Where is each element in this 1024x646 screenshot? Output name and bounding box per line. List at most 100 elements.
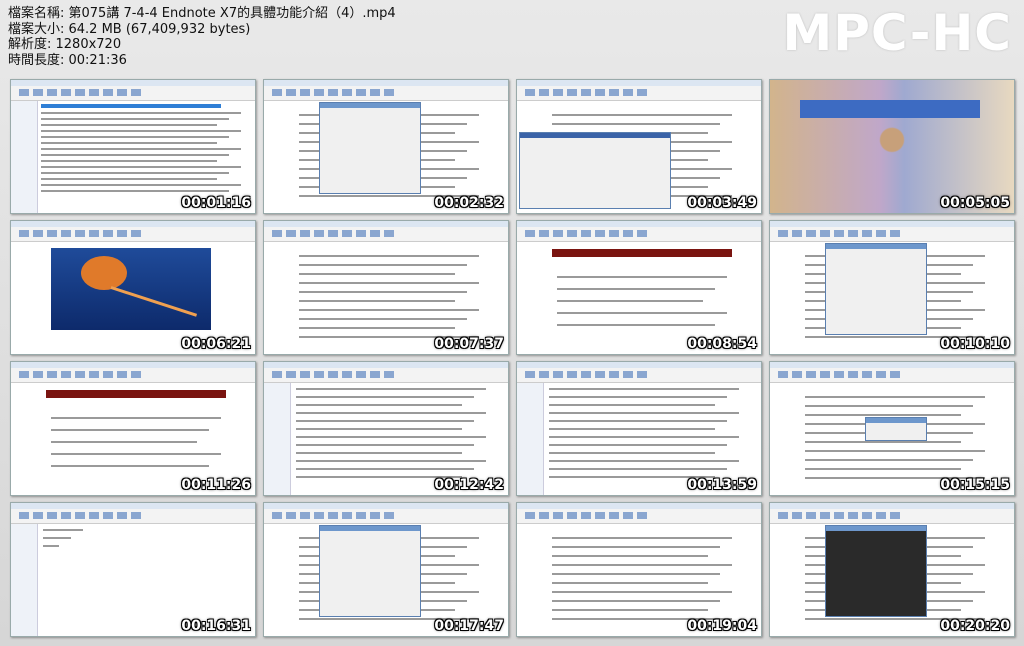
toolbar-icon [117, 512, 127, 519]
toolbar-icon [553, 512, 563, 519]
ribbon-toolbar [264, 509, 508, 524]
toolbar-icon [342, 512, 352, 519]
toolbar-icon [103, 512, 113, 519]
video-thumbnail: 00:02:32 [263, 79, 509, 214]
toolbar-icon [820, 512, 830, 519]
text-line [43, 537, 71, 539]
text-line [41, 172, 229, 174]
video-thumbnail: 00:12:42 [263, 361, 509, 496]
ribbon-toolbar [517, 227, 761, 242]
toolbar-icon [820, 230, 830, 237]
jellyfish-image [51, 248, 211, 330]
toolbar-icon [567, 512, 577, 519]
video-thumbnail: 00:16:31 [10, 502, 256, 637]
toolbar-icon [820, 371, 830, 378]
text-line [552, 546, 720, 548]
text-line [805, 441, 961, 443]
text-line [552, 591, 732, 593]
text-line [549, 388, 739, 390]
text-line [296, 444, 474, 446]
toolbar-icon [637, 512, 647, 519]
toolbar-icon [300, 371, 310, 378]
text-line [549, 452, 715, 454]
text-line [549, 396, 727, 398]
video-thumbnail: 00:13:59 [516, 361, 762, 496]
toolbar-icon [384, 512, 394, 519]
toolbar-icon [370, 230, 380, 237]
toolbar-icon [553, 89, 563, 96]
toolbar-icon [61, 89, 71, 96]
jellyfish-tentacle [110, 286, 198, 317]
thumbnail-timestamp: 00:05:05 [940, 195, 1010, 211]
text-line [41, 154, 229, 156]
text-line [552, 564, 732, 566]
text-line [43, 545, 59, 547]
dialog-window [825, 525, 927, 617]
text-line [549, 428, 715, 430]
toolbar-icon [314, 512, 324, 519]
duration-label: 時間長度: 00:21:36 [8, 52, 127, 68]
text-line [296, 436, 486, 438]
video-thumbnail: 00:03:49 [516, 79, 762, 214]
toolbar-icon [131, 89, 141, 96]
text-line [296, 428, 462, 430]
text-line [557, 300, 703, 302]
thumbnail-timestamp: 00:10:10 [940, 336, 1010, 352]
toolbar-icon [342, 371, 352, 378]
text-line [41, 190, 229, 192]
thumbnail-timestamp: 00:20:20 [940, 618, 1010, 634]
toolbar-icon [637, 371, 647, 378]
toolbar-icon [834, 512, 844, 519]
toolbar-icon [370, 89, 380, 96]
video-thumbnail: 00:06:21 [10, 220, 256, 355]
dialog-title-bar [826, 244, 926, 249]
toolbar-icon [33, 89, 43, 96]
text-line [557, 312, 727, 314]
text-line [51, 417, 221, 419]
toolbar-icon [19, 512, 29, 519]
video-thumbnail: 00:20:20 [769, 502, 1015, 637]
toolbar-icon [89, 89, 99, 96]
text-line [299, 291, 467, 293]
text-line [805, 468, 961, 470]
text-line [299, 264, 467, 266]
toolbar-icon [637, 89, 647, 96]
text-line [299, 273, 455, 275]
toolbar-icon [623, 89, 633, 96]
text-line [549, 468, 727, 470]
resolution-label: 解析度: 1280x720 [8, 37, 122, 52]
endnote-window [519, 132, 671, 209]
ribbon-toolbar [11, 368, 255, 383]
ribbon-toolbar [264, 368, 508, 383]
toolbar-icon [75, 89, 85, 96]
thumbnail-timestamp: 00:19:04 [687, 618, 757, 634]
ribbon-toolbar [517, 509, 761, 524]
toolbar-icon [623, 512, 633, 519]
toolbar-icon [890, 230, 900, 237]
thumbnail-timestamp: 00:13:59 [687, 477, 757, 493]
banner-image [800, 100, 980, 118]
text-line [552, 555, 708, 557]
toolbar-icon [553, 230, 563, 237]
toolbar-icon [553, 371, 563, 378]
text-line [41, 160, 217, 162]
header-band [552, 249, 732, 257]
text-line [552, 114, 732, 116]
toolbar-icon [848, 230, 858, 237]
text-line [299, 300, 455, 302]
toolbar-icon [33, 371, 43, 378]
text-line [805, 450, 985, 452]
toolbar-icon [19, 371, 29, 378]
toolbar-icon [286, 230, 296, 237]
text-line [296, 468, 474, 470]
toolbar-icon [47, 89, 57, 96]
toolbar-icon [61, 371, 71, 378]
text-line [549, 444, 727, 446]
library-sidebar [11, 524, 38, 636]
toolbar-icon [848, 512, 858, 519]
text-line [552, 609, 708, 611]
dialog-title-bar [866, 418, 926, 423]
text-line [549, 436, 739, 438]
selected-row [41, 104, 221, 108]
text-line [43, 529, 83, 531]
